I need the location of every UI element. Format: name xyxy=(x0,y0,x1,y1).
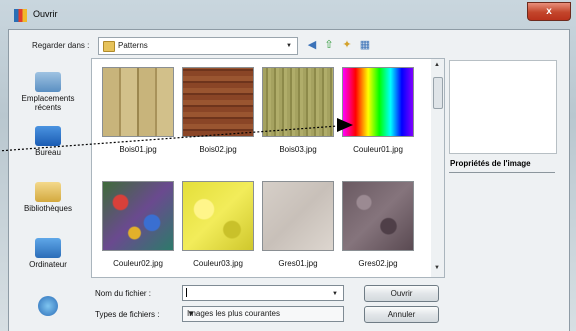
chevron-down-icon: ▼ xyxy=(187,309,195,318)
cancel-button[interactable]: Annuler xyxy=(364,306,439,323)
filetype-label: Types de fichiers : xyxy=(95,310,160,319)
filetype-select[interactable]: Images les plus courantes ▼ xyxy=(182,306,344,322)
filename-label: Nom du fichier : xyxy=(95,289,152,298)
open-button[interactable]: Ouvrir xyxy=(364,285,439,302)
annotation-arrow-line xyxy=(0,125,339,152)
text-caret xyxy=(186,288,187,297)
open-dialog: Ouvrir x Regarder dans : Patterns ▼ ◀ ⇧ … xyxy=(0,0,576,331)
filename-input[interactable]: ▼ xyxy=(182,285,344,301)
annotation-arrowhead xyxy=(337,118,353,132)
chevron-down-icon[interactable]: ▼ xyxy=(332,291,338,297)
annotation-overlay xyxy=(0,125,339,152)
